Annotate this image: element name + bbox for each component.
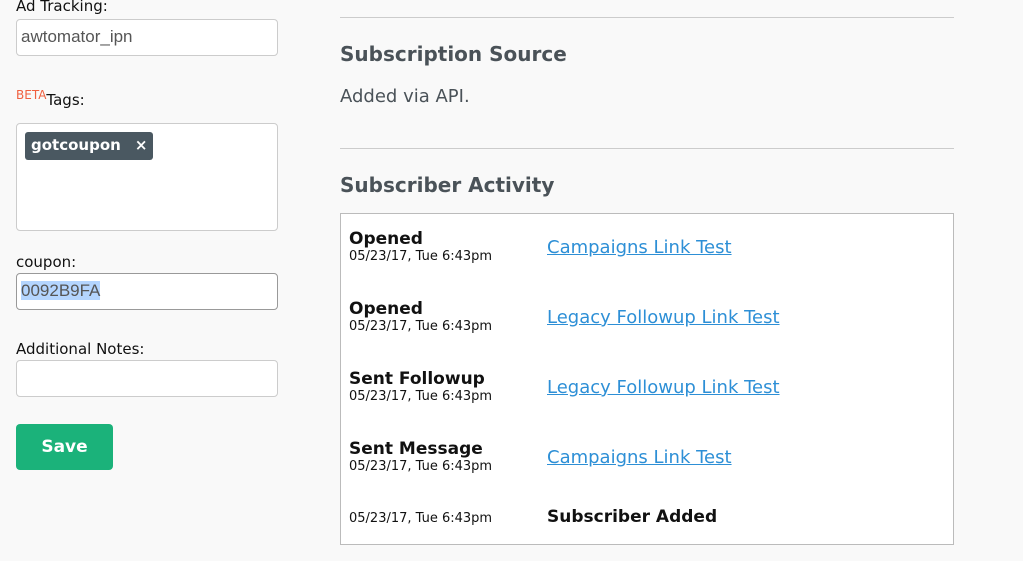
save-button[interactable]: Save	[16, 424, 113, 470]
beta-badge: BETA	[16, 88, 47, 102]
activity-row: 05/23/17, Tue 6:43pm Subscriber Added	[349, 507, 949, 527]
tags-label: Tags:	[46, 91, 85, 109]
activity-link[interactable]: Campaigns Link Test	[547, 447, 732, 468]
subscription-source-title: Subscription Source	[340, 42, 567, 66]
ad-tracking-label: Ad Tracking:	[16, 0, 108, 15]
notes-label: Additional Notes:	[16, 340, 145, 358]
ad-tracking-input[interactable]: awtomator_ipn	[16, 19, 278, 56]
coupon-input[interactable]: 0092B9FA	[16, 273, 278, 310]
notes-input[interactable]	[16, 360, 278, 397]
divider	[340, 148, 954, 149]
coupon-value: 0092B9FA	[21, 281, 101, 300]
tag-label: gotcoupon	[31, 136, 121, 154]
activity-row: Sent Followup 05/23/17, Tue 6:43pm Legac…	[349, 369, 949, 404]
activity-target: Subscriber Added	[547, 507, 718, 527]
divider	[340, 17, 954, 18]
subscription-source-text: Added via API.	[340, 86, 470, 107]
activity-row: Opened 05/23/17, Tue 6:43pm Legacy Follo…	[349, 299, 949, 334]
activity-list: Opened 05/23/17, Tue 6:43pm Campaigns Li…	[340, 213, 954, 545]
activity-link[interactable]: Campaigns Link Test	[547, 237, 732, 258]
activity-row: Sent Message 05/23/17, Tue 6:43pm Campai…	[349, 439, 949, 474]
activity-link[interactable]: Legacy Followup Link Test	[547, 307, 780, 328]
subscriber-activity-title: Subscriber Activity	[340, 173, 555, 197]
close-icon[interactable]: ×	[135, 136, 148, 156]
coupon-label: coupon:	[16, 253, 77, 271]
activity-row: Opened 05/23/17, Tue 6:43pm Campaigns Li…	[349, 229, 949, 264]
activity-link[interactable]: Legacy Followup Link Test	[547, 377, 780, 398]
tag-chip: gotcoupon ×	[25, 132, 154, 160]
